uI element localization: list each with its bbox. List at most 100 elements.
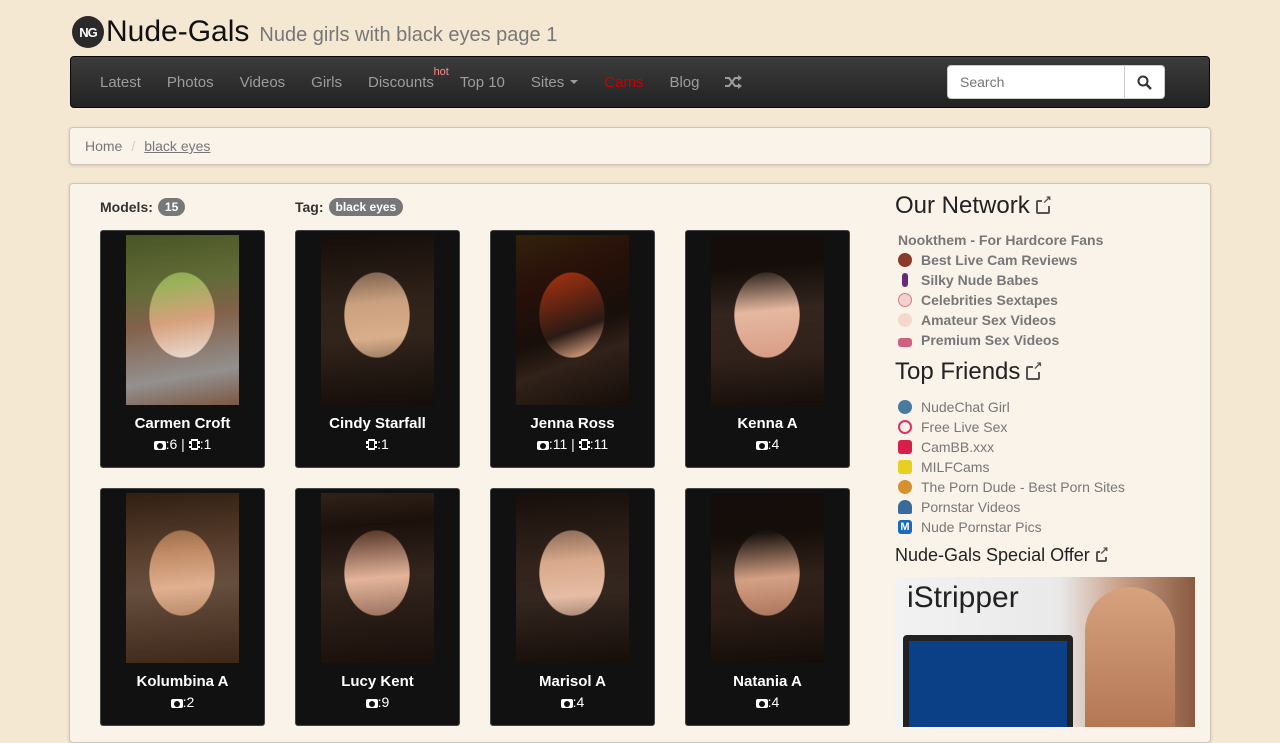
nav-photos[interactable]: Photos <box>154 56 227 108</box>
photo-count: :11 <box>548 436 568 452</box>
heading-label: Top Friends <box>895 358 1021 385</box>
film-icon <box>578 439 590 450</box>
model-card[interactable]: Carmen Croft :6 | :1 <box>100 230 265 468</box>
model-name[interactable]: Lucy Kent <box>296 673 459 690</box>
nav-blog[interactable]: Blog <box>656 56 712 108</box>
premium-icon <box>898 338 912 347</box>
model-card[interactable]: Cindy Starfall :1 <box>295 230 460 468</box>
silky-babes-icon <box>902 273 908 287</box>
nav-sites-dropdown[interactable]: Sites <box>518 56 591 108</box>
model-card[interactable]: Natania A :4 <box>685 488 850 726</box>
camera-icon <box>755 699 768 708</box>
film-icon <box>366 439 378 450</box>
model-card[interactable]: Marisol A :4 <box>490 488 655 726</box>
model-name[interactable]: Kolumbina A <box>101 673 264 690</box>
top-friends-heading[interactable]: Top Friends <box>895 358 1043 386</box>
network-link-live-cam-reviews[interactable]: Best Live Cam Reviews <box>898 252 1077 268</box>
link-label: Nude Pornstar Pics <box>921 519 1042 535</box>
nav-girls[interactable]: Girls <box>298 56 355 108</box>
porn-dude-icon <box>898 480 912 494</box>
friend-link-cambb[interactable]: CamBB.xxx <box>898 439 994 455</box>
nav-cams[interactable]: Cams <box>591 56 656 108</box>
breadcrumb-home[interactable]: Home <box>85 138 122 154</box>
camera-icon <box>153 441 166 450</box>
stats-separator: | <box>181 436 185 452</box>
friend-link-porn-dude[interactable]: The Porn Dude - Best Porn Sites <box>898 479 1125 495</box>
link-label: Amateur Sex Videos <box>921 312 1057 328</box>
model-name[interactable]: Natania A <box>686 673 849 690</box>
our-network-heading[interactable]: Our Network <box>895 192 1052 220</box>
nav-videos[interactable]: Videos <box>227 56 299 108</box>
friend-link-free-live-sex[interactable]: Free Live Sex <box>898 419 1007 435</box>
search-input[interactable] <box>947 65 1125 99</box>
model-card[interactable]: Jenna Ross :11 | :11 <box>490 230 655 468</box>
nav-label: Cams <box>604 73 644 91</box>
model-thumbnail[interactable] <box>321 493 434 663</box>
external-link-icon <box>1035 195 1052 214</box>
video-count: :1 <box>377 436 389 452</box>
friend-link-milfcams[interactable]: MILFCams <box>898 459 989 475</box>
search-button[interactable] <box>1125 65 1165 99</box>
friend-link-nude-pornstar-pics[interactable]: M Nude Pornstar Pics <box>898 519 1042 535</box>
model-name[interactable]: Cindy Starfall <box>296 415 459 432</box>
tag-label: Tag: <box>295 199 324 215</box>
model-name[interactable]: Kenna A <box>686 415 849 432</box>
link-label: Celebrities Sextapes <box>921 292 1058 308</box>
friend-link-nudechat-girl[interactable]: NudeChat Girl <box>898 399 1010 415</box>
model-card[interactable]: Kenna A :4 <box>685 230 850 468</box>
model-card[interactable]: Lucy Kent :9 <box>295 488 460 726</box>
nav-top10[interactable]: Top 10 <box>447 56 518 108</box>
model-thumbnail[interactable] <box>516 235 629 405</box>
main-navbar: Latest Photos Videos Girls Discounts hot… <box>70 56 1210 108</box>
model-name[interactable]: Carmen Croft <box>101 415 264 432</box>
breadcrumb: Home / black eyes <box>69 127 1211 165</box>
shuffle-icon <box>725 75 743 89</box>
link-label: Premium Sex Videos <box>921 332 1060 348</box>
network-link-amateur-sex-videos[interactable]: Amateur Sex Videos <box>898 312 1056 328</box>
breadcrumb-separator: / <box>131 138 136 154</box>
photo-count: :4 <box>767 694 780 710</box>
monitor-graphic <box>903 635 1073 727</box>
model-name[interactable]: Jenna Ross <box>491 415 654 432</box>
network-link-nookthem[interactable]: Nookthem - For Hardcore Fans <box>898 232 1103 248</box>
tag-badge[interactable]: black eyes <box>328 198 404 216</box>
nav-label: Photos <box>166 73 214 91</box>
m-letter-icon: M <box>898 520 912 534</box>
pornstar-videos-icon <box>898 500 912 514</box>
tag-row: Tag: black eyes <box>295 198 404 216</box>
camera-icon <box>560 699 573 708</box>
heading-label: Our Network <box>895 192 1030 219</box>
nav-discounts[interactable]: Discounts hot <box>355 56 449 108</box>
cambb-icon <box>898 440 912 454</box>
video-count: :1 <box>199 436 212 452</box>
site-name[interactable]: Nude-Gals <box>106 15 249 49</box>
friend-link-pornstar-videos[interactable]: Pornstar Videos <box>898 499 1020 515</box>
model-stats: :4 <box>491 694 654 710</box>
model-stats: :6 | :1 <box>101 436 264 452</box>
site-logo[interactable]: NG <box>72 16 104 48</box>
nav-latest[interactable]: Latest <box>87 56 154 108</box>
network-link-premium-sex-videos[interactable]: Premium Sex Videos <box>898 332 1059 348</box>
istripper-banner[interactable]: iStripper <box>895 577 1195 727</box>
model-thumbnail[interactable] <box>321 235 434 405</box>
model-thumbnail[interactable] <box>126 493 239 663</box>
model-thumbnail[interactable] <box>711 235 824 405</box>
model-name[interactable]: Marisol A <box>491 673 654 690</box>
network-link-celebrities-sextapes[interactable]: Celebrities Sextapes <box>898 292 1058 308</box>
link-label: CamBB.xxx <box>921 439 995 455</box>
model-thumbnail[interactable] <box>126 235 239 405</box>
model-stats: :2 <box>101 694 264 710</box>
star-icon <box>898 293 912 307</box>
external-link-icon <box>1095 546 1109 562</box>
model-thumbnail[interactable] <box>516 493 629 663</box>
model-thumbnail[interactable] <box>711 493 824 663</box>
site-brand[interactable]: NG Nude-Gals Nude girls with black eyes … <box>72 12 557 52</box>
breadcrumb-current[interactable]: black eyes <box>144 138 210 154</box>
nav-label: Blog <box>669 73 700 91</box>
nav-random[interactable] <box>712 56 755 108</box>
special-offer-heading[interactable]: Nude-Gals Special Offer <box>895 545 1109 566</box>
banner-model-image <box>1085 587 1175 727</box>
network-link-silky-nude-babes[interactable]: Silky Nude Babes <box>898 272 1039 288</box>
model-stats: :9 <box>296 694 459 710</box>
model-card[interactable]: Kolumbina A :2 <box>100 488 265 726</box>
